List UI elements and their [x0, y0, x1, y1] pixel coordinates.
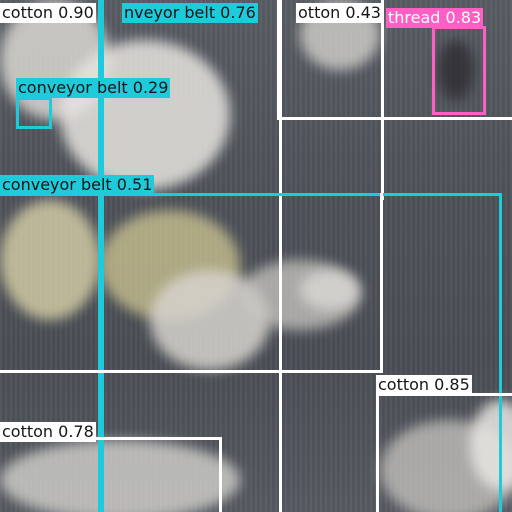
cotton-box-0.78	[0, 437, 222, 512]
label-cotton-0.43: otton 0.43	[296, 3, 383, 23]
label-conveyor-belt-0.51: conveyor belt 0.51	[0, 175, 155, 195]
thread-box	[432, 26, 486, 115]
detection-image: cotton 0.90 nveyor belt 0.76 otton 0.43 …	[0, 0, 512, 512]
label-conveyor-belt-0.76: nveyor belt 0.76	[122, 3, 258, 23]
label-cotton-0.78: cotton 0.78	[0, 422, 96, 442]
cotton-box-mid-right	[377, 193, 383, 373]
conveyor-belt-box-0.29	[16, 97, 52, 129]
label-cotton-0.85: cotton 0.85	[376, 375, 472, 395]
cotton-box-0.43-inner	[378, 0, 384, 200]
label-cotton-0.90: cotton 0.90	[0, 3, 96, 23]
cotton-box-0.51-region	[0, 370, 382, 375]
cotton-box-0.85	[376, 393, 512, 512]
label-thread-0.83: thread 0.83	[386, 8, 484, 28]
label-conveyor-belt-0.29: conveyor belt 0.29	[16, 78, 171, 98]
